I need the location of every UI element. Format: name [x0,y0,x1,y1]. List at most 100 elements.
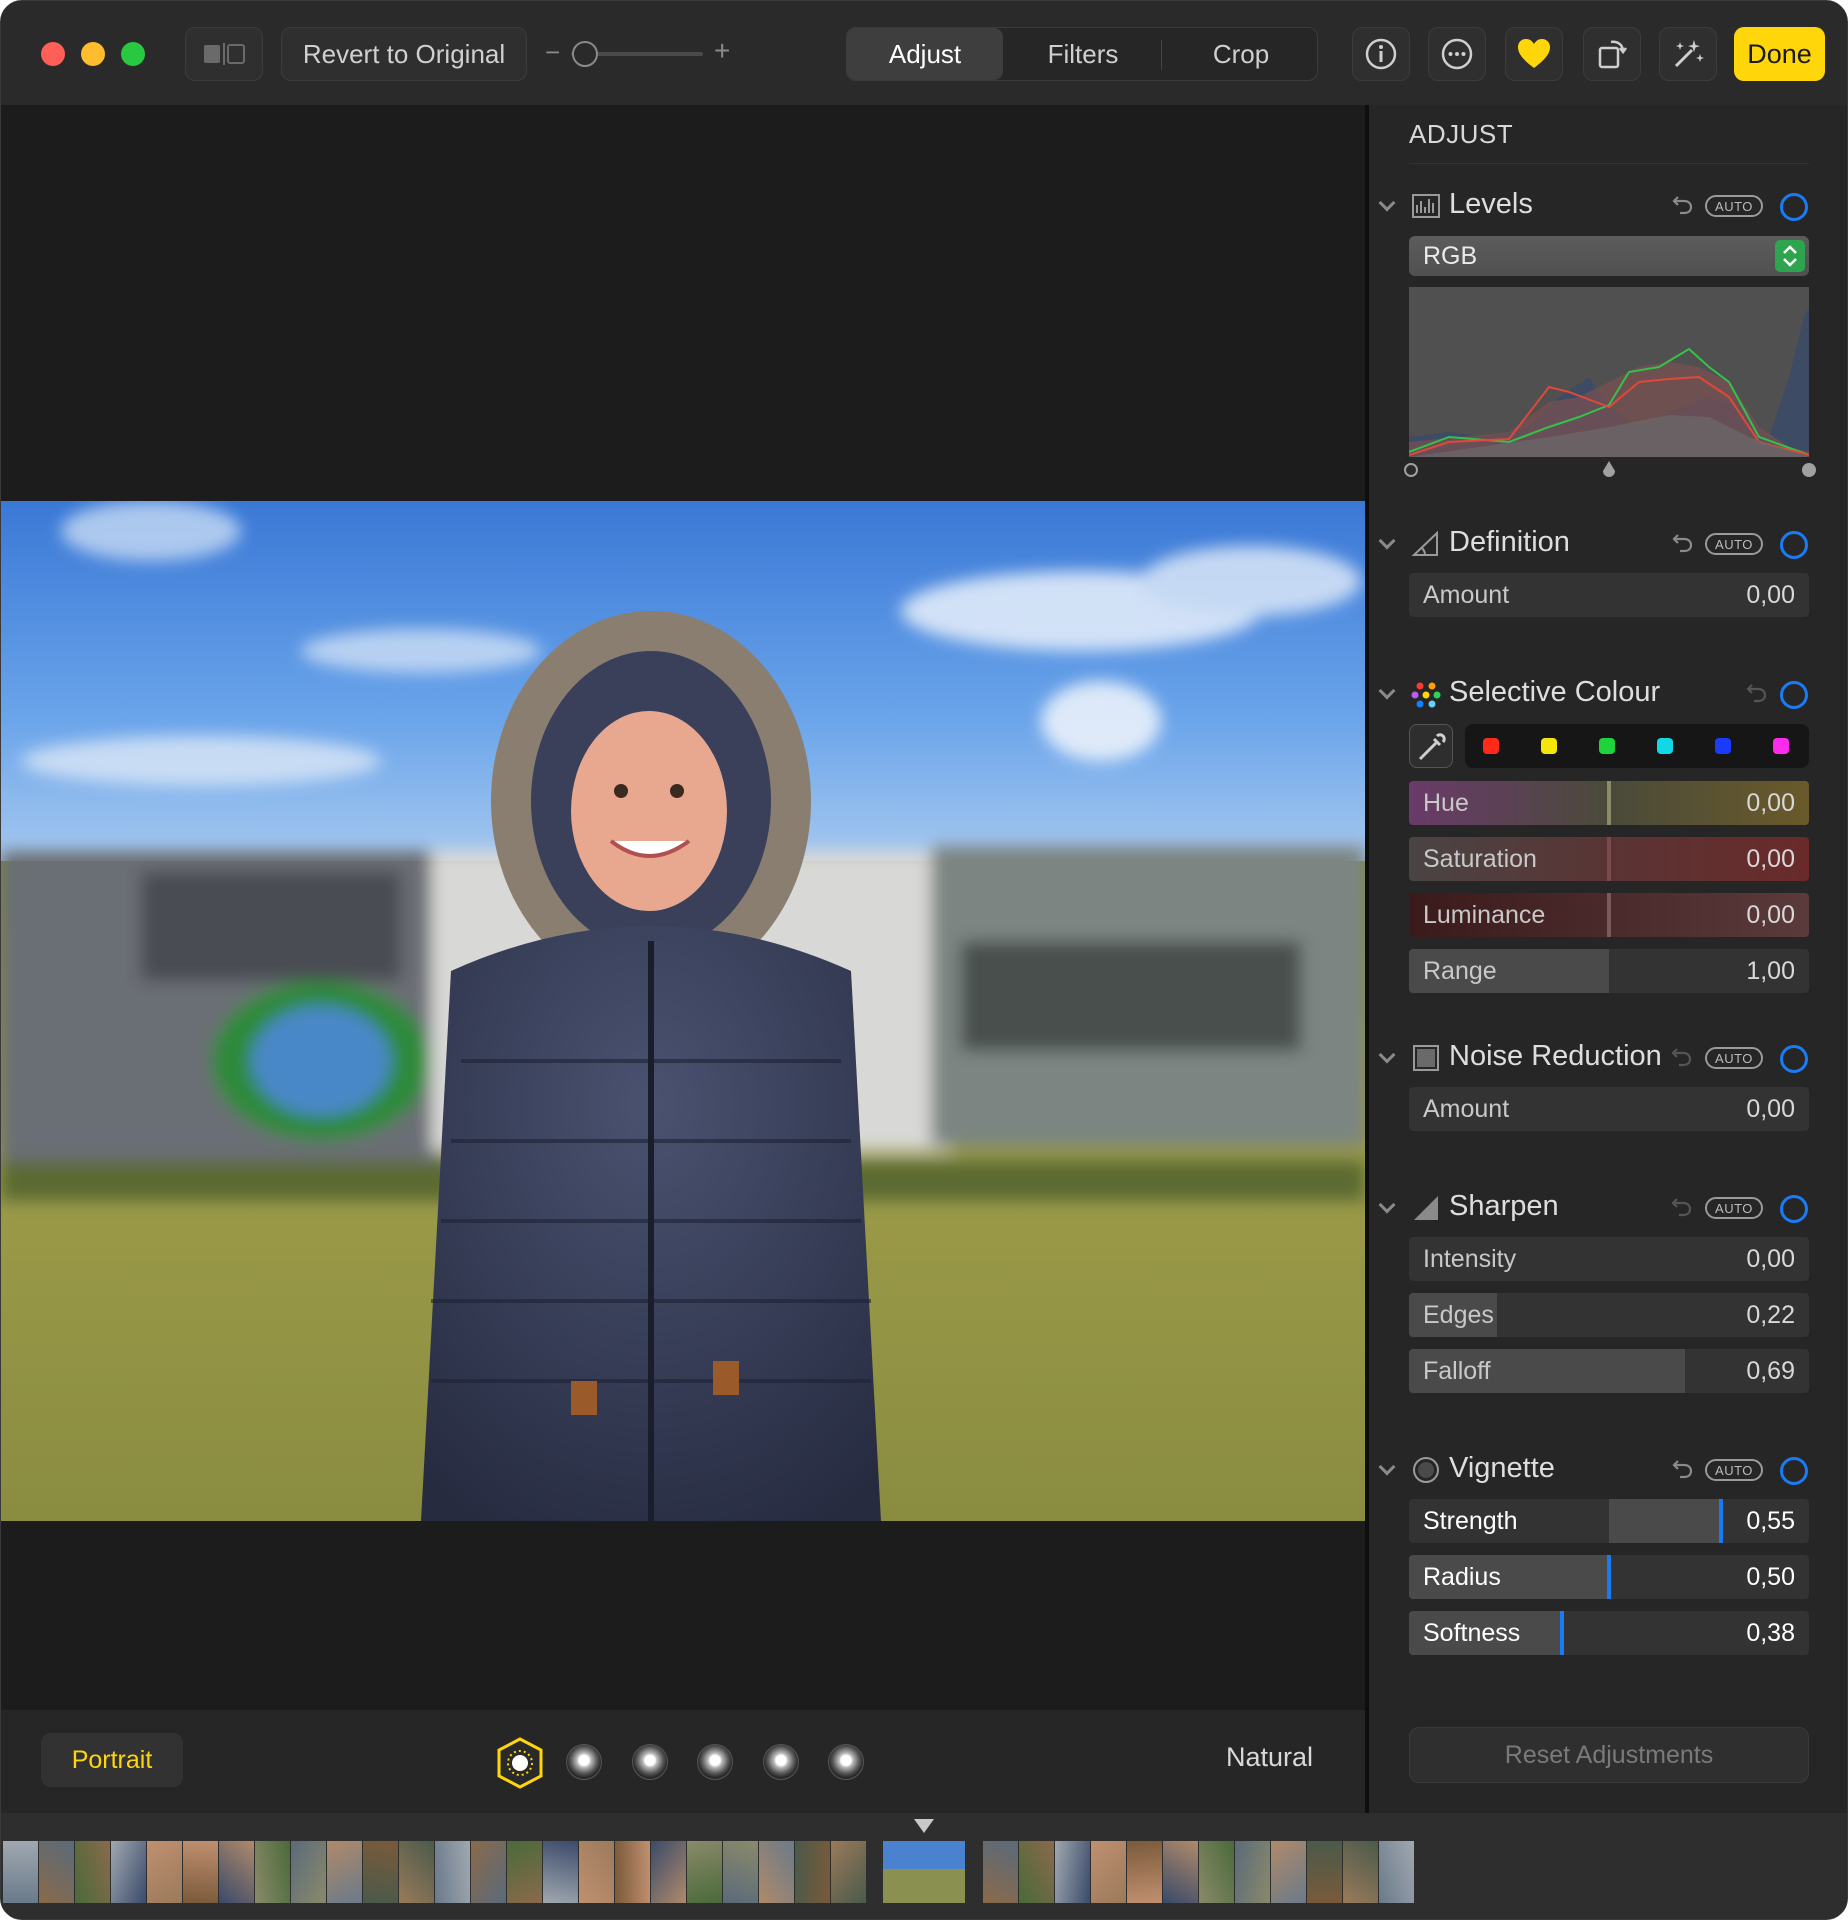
tab-filters[interactable]: Filters [1005,28,1161,80]
filmstrip-thumbnail[interactable] [687,1841,722,1903]
undo-icon[interactable] [1669,1193,1695,1219]
stage-light-mono-button[interactable] [763,1744,799,1780]
revert-to-original-button[interactable]: Revert to Original [281,27,527,81]
chevron-down-icon[interactable] [1378,194,1396,212]
eyedropper-button[interactable] [1409,724,1453,768]
saturation-slider[interactable]: Saturation 0,00 [1409,837,1809,881]
filmstrip-thumbnail[interactable] [363,1841,398,1903]
filmstrip-thumbnail[interactable] [111,1841,146,1903]
close-window-button[interactable] [41,42,65,66]
range-slider[interactable]: Range 1,00 [1409,949,1809,993]
undo-icon[interactable] [1670,529,1696,555]
levels-header[interactable]: Levels AUTO [1369,187,1847,227]
auto-button[interactable]: AUTO [1705,195,1763,217]
filmstrip-thumbnail[interactable] [39,1841,74,1903]
filmstrip-thumbnail[interactable] [1379,1841,1414,1903]
levels-handles[interactable] [1401,457,1821,481]
filmstrip-thumbnail[interactable] [615,1841,650,1903]
filmstrip-thumbnail[interactable] [435,1841,470,1903]
swatch-cyan[interactable] [1657,738,1673,754]
swatch-green[interactable] [1599,738,1615,754]
filmstrip-thumbnail[interactable] [471,1841,506,1903]
filmstrip-thumbnail[interactable] [1343,1841,1378,1903]
filmstrip-thumbnail[interactable] [1163,1841,1198,1903]
cube-icon[interactable] [495,1736,545,1790]
contour-light-button[interactable] [632,1744,668,1780]
sharpen-header[interactable]: Sharpen AUTO [1369,1189,1847,1229]
levels-toggle[interactable] [1780,193,1808,221]
filmstrip-thumbnail[interactable] [795,1841,830,1903]
noise-reduction-toggle[interactable] [1780,1045,1808,1073]
swatch-yellow[interactable] [1541,738,1557,754]
undo-icon[interactable] [1669,1043,1695,1069]
selective-colour-toggle[interactable] [1780,681,1808,709]
filmstrip-thumbnail[interactable] [1235,1841,1270,1903]
edited-photo[interactable] [1,501,1365,1521]
favorite-button[interactable] [1505,27,1563,81]
filmstrip-thumbnail[interactable] [183,1841,218,1903]
radius-slider[interactable]: Radius 0,50 [1409,1555,1809,1599]
high-key-light-button[interactable] [828,1744,864,1780]
softness-slider[interactable]: Softness 0,38 [1409,1611,1809,1655]
rotate-button[interactable] [1583,27,1641,81]
noise-reduction-header[interactable]: Noise Reduction AUTO [1369,1039,1847,1079]
info-button[interactable] [1352,27,1410,81]
auto-button[interactable]: AUTO [1705,1197,1763,1219]
tab-crop[interactable]: Crop [1163,28,1319,80]
filmstrip-thumbnail[interactable] [1127,1841,1162,1903]
definition-header[interactable]: Definition AUTO [1369,525,1847,565]
swatch-magenta[interactable] [1773,738,1789,754]
chevron-down-icon[interactable] [1378,1046,1396,1064]
filmstrip-thumbnail[interactable] [1091,1841,1126,1903]
studio-light-button[interactable] [566,1744,602,1780]
black-point-handle[interactable] [1404,463,1418,477]
intensity-slider[interactable]: Intensity 0,00 [1409,1237,1809,1281]
more-button[interactable] [1428,27,1486,81]
filmstrip-thumbnail[interactable] [651,1841,686,1903]
swatch-red[interactable] [1483,738,1499,754]
auto-enhance-button[interactable] [1659,27,1717,81]
luminance-slider[interactable]: Luminance 0,00 [1409,893,1809,937]
undo-icon[interactable] [1670,1455,1696,1481]
filmstrip-thumbnail[interactable] [255,1841,290,1903]
definition-toggle[interactable] [1780,531,1808,559]
filmstrip-thumbnail[interactable] [1055,1841,1090,1903]
filmstrip-thumbnail[interactable] [1019,1841,1054,1903]
split-view-button[interactable] [185,27,263,81]
filmstrip-thumbnail[interactable] [579,1841,614,1903]
tab-adjust[interactable]: Adjust [847,28,1003,80]
filmstrip-thumbnail[interactable] [1199,1841,1234,1903]
filmstrip-thumbnail[interactable] [291,1841,326,1903]
reset-adjustments-button[interactable]: Reset Adjustments [1409,1727,1809,1783]
filmstrip-thumbnail[interactable] [399,1841,434,1903]
fullscreen-window-button[interactable] [121,42,145,66]
noise-amount-slider[interactable]: Amount 0,00 [1409,1087,1809,1131]
filmstrip-thumbnail[interactable] [507,1841,542,1903]
filmstrip[interactable] [1,1813,1847,1919]
auto-button[interactable]: AUTO [1705,1047,1763,1069]
swatch-blue[interactable] [1715,738,1731,754]
done-button[interactable]: Done [1734,27,1825,81]
undo-icon[interactable] [1744,679,1770,705]
filmstrip-thumbnail[interactable] [1271,1841,1306,1903]
white-point-handle[interactable] [1802,463,1816,477]
photo-canvas[interactable] [1,105,1365,1710]
filmstrip-thumbnail[interactable] [147,1841,182,1903]
edges-slider[interactable]: Edges 0,22 [1409,1293,1809,1337]
levels-channel-select[interactable]: RGB [1409,236,1809,276]
filmstrip-thumbnail[interactable] [3,1841,38,1903]
filmstrip-thumbnail[interactable] [75,1841,110,1903]
vignette-toggle[interactable] [1780,1457,1808,1485]
midtone-handle[interactable] [1603,461,1615,477]
sharpen-toggle[interactable] [1780,1195,1808,1223]
auto-button[interactable]: AUTO [1705,1459,1763,1481]
chevron-down-icon[interactable] [1378,1458,1396,1476]
chevron-down-icon[interactable] [1378,682,1396,700]
auto-button[interactable]: AUTO [1705,533,1763,555]
falloff-slider[interactable]: Falloff 0,69 [1409,1349,1809,1393]
vignette-header[interactable]: Vignette AUTO [1369,1451,1847,1491]
strength-slider[interactable]: Strength 0,55 [1409,1499,1809,1543]
levels-histogram[interactable] [1408,287,1810,457]
hue-slider[interactable]: Hue 0,00 [1409,781,1809,825]
filmstrip-thumbnail-selected[interactable] [883,1841,965,1903]
